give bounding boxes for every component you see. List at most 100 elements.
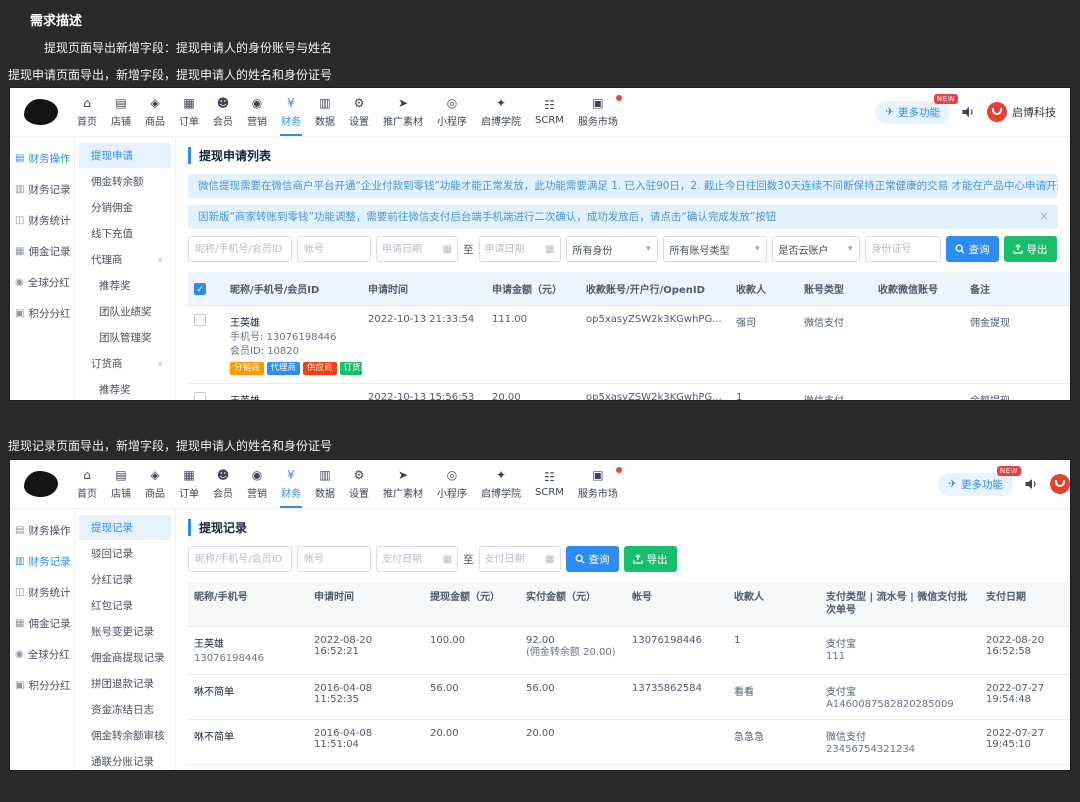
more-features-button[interactable]: ✈ 更多功能 NEW (875, 93, 958, 124)
nav-item-order[interactable]: ▦ 订单 (172, 460, 206, 508)
nav-item-qibo-academy[interactable]: ✦ 启博学院 (474, 460, 528, 508)
export-button[interactable]: 导出 (1003, 236, 1057, 262)
more-features-button[interactable]: ✈ 更多功能 NEW (938, 465, 1021, 496)
apply-date-end-input[interactable]: ▦ (478, 236, 561, 262)
data-icon: ▥ (319, 467, 331, 482)
nav-item-scrm[interactable]: ☷ SCRM (528, 460, 571, 508)
brand-account[interactable]: 启博科技 (987, 102, 1056, 122)
sidebar-item-global-dividend[interactable]: ◉ 全球分红 (10, 639, 74, 670)
export-button[interactable]: 导出 (623, 546, 677, 572)
sidebar-item-finance-ops[interactable]: ▤ 财务操作 (10, 515, 74, 546)
nav-item-promo-material[interactable]: ➤ 推广素材 (376, 88, 430, 136)
announcement-speaker-icon[interactable] (962, 106, 975, 118)
date-input[interactable] (484, 243, 546, 255)
submenu-item[interactable]: 佣金商提现记录 (79, 645, 171, 670)
nav-item-goods[interactable]: ◈ 商品 (138, 460, 172, 508)
mini-program-icon: ◎ (446, 467, 458, 482)
scrm-icon: ☷ (544, 97, 555, 112)
id-number-input[interactable] (864, 236, 941, 262)
pay-date-start-input[interactable]: ▦ (376, 546, 458, 572)
nav-item-settings[interactable]: ⚙ 设置 (342, 88, 376, 136)
submenu-item-label: 资金冻结日志 (91, 704, 154, 716)
nav-item-promo-material[interactable]: ➤ 推广素材 (376, 460, 430, 508)
submenu-item[interactable]: 订货商 ∨ (79, 351, 171, 376)
nav-item-service-market[interactable]: ▣ 服务市场 (571, 460, 625, 508)
nav-item-data[interactable]: ▥ 数据 (308, 460, 342, 508)
row-checkbox[interactable] (194, 392, 206, 400)
pay-date-end-input[interactable]: ▦ (478, 546, 561, 572)
nav-item-mini-program[interactable]: ◎ 小程序 (430, 460, 474, 508)
submenu-item[interactable]: 提现记录 (79, 515, 171, 540)
sidebar-item-finance-records[interactable]: ▥ 财务记录 (10, 546, 74, 577)
nav-item-home[interactable]: ⌂ 首页 (70, 88, 104, 136)
close-icon[interactable]: × (1039, 178, 1049, 192)
submenu-item[interactable]: 团队业绩奖 (79, 299, 171, 324)
to-label: 至 (463, 553, 474, 566)
announcement-speaker-icon[interactable] (1025, 478, 1038, 490)
nav-item-shop[interactable]: ▤ 店铺 (104, 460, 138, 508)
cloud-account-select[interactable]: 是否云账户 ▾ (771, 236, 860, 262)
nav-item-marketing[interactable]: ◉ 营销 (240, 88, 274, 136)
submenu-item[interactable]: 资金冻结日志 (79, 697, 171, 722)
submenu-item[interactable]: 账号变更记录 (79, 619, 171, 644)
nav-item-scrm[interactable]: ☷ SCRM (528, 88, 571, 136)
sidebar-item-points-dividend[interactable]: ▣ 积分分红 (10, 670, 74, 701)
submenu-item[interactable]: 推荐奖 (79, 273, 171, 298)
column-header: 账号类型 (798, 272, 872, 306)
submenu-item[interactable]: 分红记录 (79, 567, 171, 592)
sidebar-item-finance-stats[interactable]: ◫ 财务统计 (10, 577, 74, 608)
submenu-item[interactable]: 佣金转余额审核 (79, 723, 171, 748)
nav-item-shop[interactable]: ▤ 店铺 (104, 88, 138, 136)
nav-item-home[interactable]: ⌂ 首页 (70, 460, 104, 508)
submenu-item[interactable]: 推荐奖 (79, 377, 171, 400)
close-icon[interactable]: × (1039, 209, 1049, 223)
submenu-item[interactable]: 代理商 ∨ (79, 247, 171, 272)
nav-item-settings[interactable]: ⚙ 设置 (342, 460, 376, 508)
search-button[interactable]: 查询 (565, 546, 619, 572)
keyword-input[interactable] (188, 546, 292, 572)
nav-item-member[interactable]: ☻ 会员 (206, 460, 240, 508)
nav-item-marketing[interactable]: ◉ 营销 (240, 460, 274, 508)
submenu-item[interactable]: 线下充值 (79, 221, 171, 246)
nav-item-order[interactable]: ▦ 订单 (172, 88, 206, 136)
nav-item-data[interactable]: ▥ 数据 (308, 88, 342, 136)
nav-item-qibo-academy[interactable]: ✦ 启博学院 (474, 88, 528, 136)
sidebar-item-finance-ops[interactable]: ▤ 财务操作 (10, 143, 74, 174)
select-all-checkbox[interactable]: ✓ (194, 282, 206, 295)
nav-item-mini-program[interactable]: ◎ 小程序 (430, 88, 474, 136)
sidebar-item-finance-stats[interactable]: ◫ 财务统计 (10, 205, 74, 236)
sidebar-item-commission-records[interactable]: ▦ 佣金记录 (10, 236, 74, 267)
date-input[interactable] (382, 243, 443, 255)
account-input[interactable] (297, 236, 371, 262)
sidebar-item-label: 积分分红 (28, 680, 71, 692)
account-type-select[interactable]: 所有账号类型 ▾ (662, 236, 767, 262)
row-checkbox[interactable] (194, 314, 206, 326)
submenu-item[interactable]: 通联分账记录 (79, 749, 171, 770)
search-button[interactable]: 查询 (945, 236, 999, 262)
nav-item-finance[interactable]: ¥ 财务 (274, 88, 308, 136)
submenu-item[interactable]: 分销佣金 (79, 195, 171, 220)
nav-item-member[interactable]: ☻ 会员 (206, 88, 240, 136)
merchant-logo (24, 471, 58, 497)
nav-item-goods[interactable]: ◈ 商品 (138, 88, 172, 136)
sidebar-item-points-dividend[interactable]: ▣ 积分分红 (10, 298, 74, 329)
sidebar-item-commission-records[interactable]: ▦ 佣金记录 (10, 608, 74, 639)
nav-item-finance[interactable]: ¥ 财务 (274, 460, 308, 508)
account-input[interactable] (297, 546, 371, 572)
sidebar-item-global-dividend[interactable]: ◉ 全球分红 (10, 267, 74, 298)
submenu-item[interactable]: 佣金转余额 (79, 169, 171, 194)
identity-select[interactable]: 所有身份 ▾ (565, 236, 658, 262)
date-input[interactable] (484, 553, 546, 565)
submenu-item[interactable]: 提现申请 (79, 143, 171, 168)
apply-date-start-input[interactable]: ▦ (376, 236, 458, 262)
keyword-input[interactable] (188, 236, 292, 262)
pay-type: 支付宝 (826, 687, 856, 698)
submenu-item[interactable]: 拼团退款记录 (79, 671, 171, 696)
sidebar-item-finance-records[interactable]: ▥ 财务记录 (10, 174, 74, 205)
brand-account[interactable]: 启博科技 (1050, 474, 1070, 494)
submenu-item[interactable]: 驳回记录 (79, 541, 171, 566)
date-input[interactable] (382, 553, 443, 565)
nav-item-service-market[interactable]: ▣ 服务市场 (571, 88, 625, 136)
submenu-item[interactable]: 红包记录 (79, 593, 171, 618)
submenu-item[interactable]: 团队管理奖 (79, 325, 171, 350)
